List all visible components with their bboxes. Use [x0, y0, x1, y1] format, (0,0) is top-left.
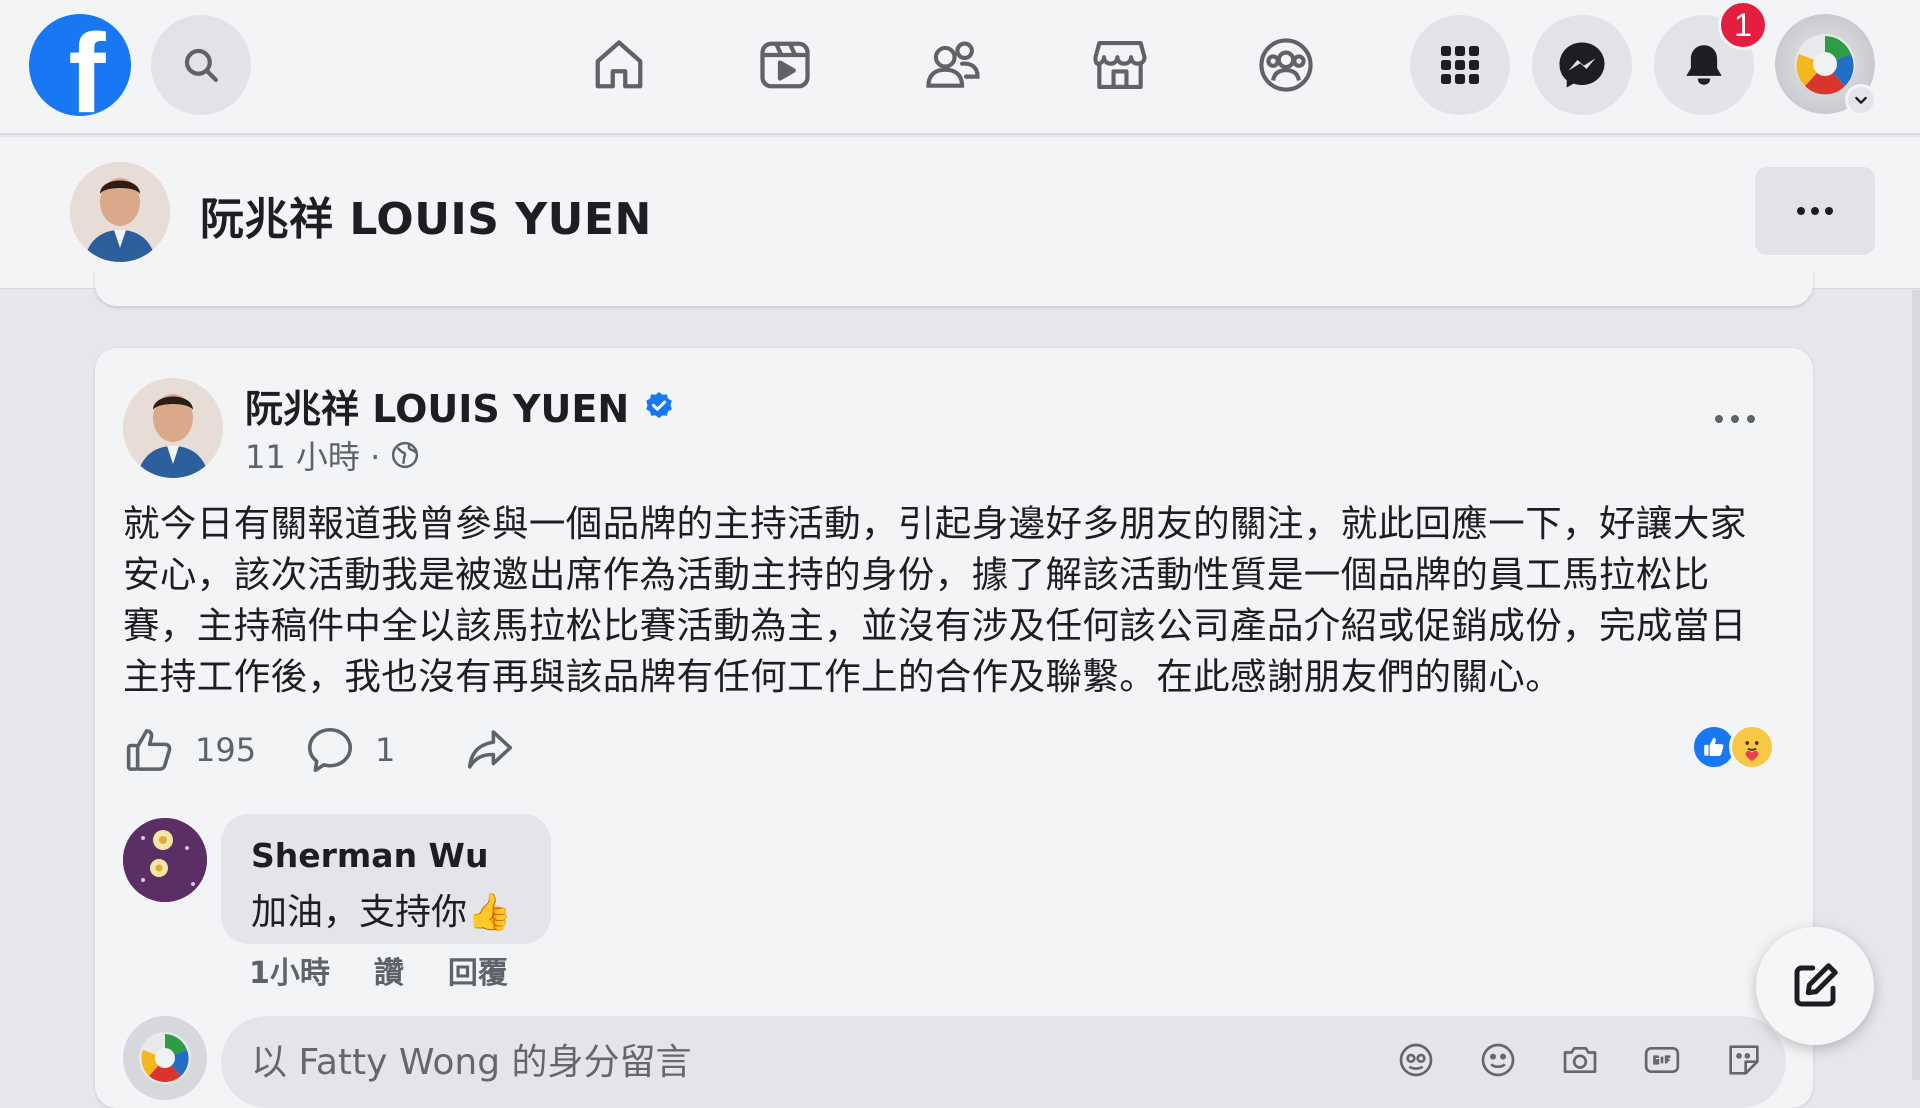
comment-reply-button[interactable]: 回覆	[448, 948, 508, 992]
chevron-down-icon	[1855, 96, 1867, 104]
post-author-avatar-photo	[123, 378, 223, 478]
photo-button[interactable]	[1558, 1038, 1602, 1082]
facebook-logo[interactable]: f	[29, 14, 131, 116]
comment-composer	[221, 1016, 1786, 1108]
post-meta: 11 小時 ·	[245, 432, 420, 478]
post-timestamp[interactable]: 11 小時 ·	[245, 432, 380, 478]
post-card: 阮兆祥 LOUIS YUEN 11 小時 · 就今日有關報道我曾參與一個品牌的主…	[95, 348, 1813, 1108]
previous-card-edge	[95, 270, 1813, 306]
page-avatar-photo	[70, 162, 170, 262]
avatar-sticker-button[interactable]	[1394, 1038, 1438, 1082]
groups-icon	[1259, 38, 1313, 92]
compose-icon	[1794, 963, 1838, 1007]
avatar-sticker-icon	[1399, 1043, 1433, 1077]
comment-bubble: Sherman Wu 加油，支持你👍	[221, 814, 551, 944]
gif-button[interactable]	[1640, 1038, 1684, 1082]
post-author: 阮兆祥 LOUIS YUEN	[245, 378, 675, 433]
sticker-icon	[1729, 1045, 1759, 1075]
comment-count: 1	[375, 731, 396, 769]
page-more-button[interactable]	[1755, 167, 1875, 255]
comment-input[interactable]	[251, 1034, 1251, 1090]
comment-icon	[307, 727, 353, 773]
messenger-icon	[1559, 42, 1605, 88]
like-count: 195	[195, 731, 257, 769]
more-dots-icon	[1715, 415, 1755, 423]
menu-button[interactable]	[1410, 15, 1510, 115]
page-avatar[interactable]	[70, 162, 170, 262]
composer-tools	[1394, 1038, 1766, 1082]
commenter-avatar-photo	[123, 818, 207, 902]
nav-home[interactable]	[584, 30, 654, 100]
home-icon	[595, 40, 643, 89]
post-text: 就今日有關報道我曾參與一個品牌的主持活動，引起身邊好多朋友的關注，就此回應一下，…	[123, 502, 1747, 698]
page-header: 阮兆祥 LOUIS YUEN	[0, 137, 1920, 289]
search-button[interactable]	[151, 15, 251, 115]
comment-button[interactable]: 1	[303, 720, 395, 780]
comment-actions: 1小時 讚 回覆	[249, 948, 508, 992]
menu-grid-icon	[1441, 46, 1479, 84]
emoji-button[interactable]	[1476, 1038, 1520, 1082]
search-icon	[184, 48, 218, 82]
post-author-avatar[interactable]	[123, 378, 223, 478]
verified-badge-icon	[646, 391, 672, 418]
comment-like-button[interactable]: 讚	[374, 948, 404, 992]
nav-watch[interactable]	[750, 30, 820, 100]
nav-marketplace[interactable]	[1085, 30, 1155, 100]
like-button[interactable]: 195	[123, 720, 256, 780]
facebook-logo-letter: f	[68, 14, 106, 117]
care-reaction-icon	[1729, 724, 1775, 770]
commenter-avatar[interactable]	[123, 818, 207, 902]
sticker-button[interactable]	[1722, 1038, 1766, 1082]
share-button[interactable]	[463, 720, 517, 780]
post-author-name[interactable]: 阮兆祥 LOUIS YUEN	[245, 378, 629, 433]
comment-timestamp[interactable]: 1小時	[249, 948, 330, 992]
viewer-avatar-logo-icon	[139, 1032, 191, 1084]
thumbs-up-icon	[126, 729, 172, 771]
comment-text: 加油，支持你👍	[251, 892, 512, 933]
emoji-icon	[1481, 1043, 1515, 1077]
camera-icon	[1563, 1047, 1597, 1073]
bell-icon	[1686, 45, 1722, 85]
post-actions: 195 1	[123, 720, 1783, 780]
watch-icon	[760, 41, 810, 89]
nav-friends[interactable]	[918, 30, 988, 100]
notification-badge: 1	[1718, 0, 1768, 50]
top-navigation-bar: f 1	[0, 0, 1920, 135]
globe-icon	[392, 441, 419, 469]
viewer-avatar[interactable]	[123, 1016, 207, 1100]
page-title: 阮兆祥 LOUIS YUEN	[200, 194, 652, 245]
post-more-button[interactable]	[1695, 394, 1775, 444]
marketplace-icon	[1093, 40, 1147, 90]
share-icon	[467, 730, 513, 769]
friends-icon	[926, 41, 980, 88]
nav-groups[interactable]	[1251, 30, 1321, 100]
commenter-name[interactable]: Sherman Wu	[251, 836, 521, 875]
page-scrollbar[interactable]	[1912, 290, 1920, 1080]
account-menu-caret[interactable]	[1845, 84, 1877, 116]
more-dots-icon	[1797, 207, 1833, 215]
new-message-button[interactable]	[1756, 927, 1874, 1045]
reaction-summary[interactable]	[1691, 724, 1775, 770]
gif-icon	[1644, 1047, 1680, 1073]
messenger-button[interactable]	[1532, 15, 1632, 115]
